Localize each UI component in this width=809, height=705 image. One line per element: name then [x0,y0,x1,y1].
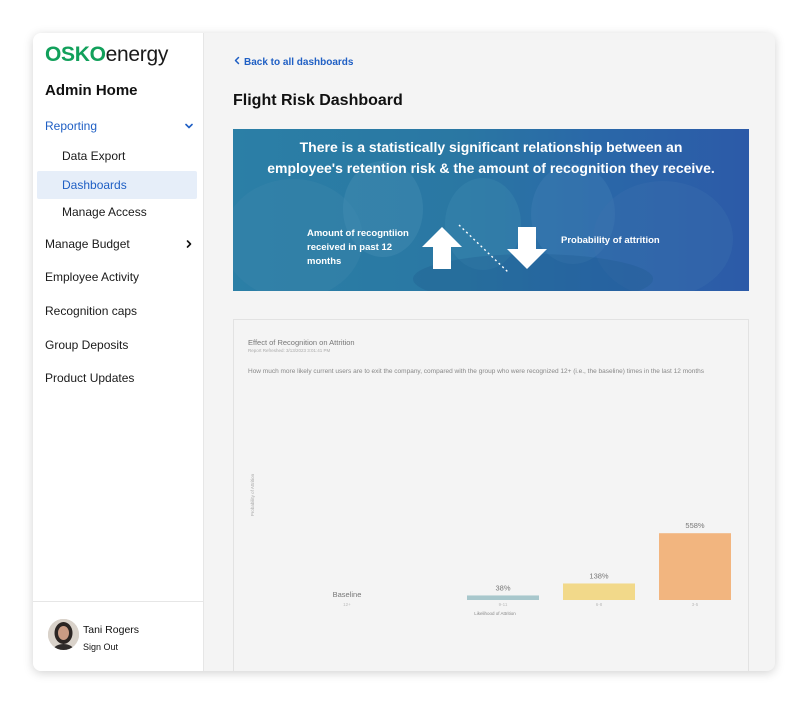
sidebar-subitem-data-export[interactable]: Data Export [37,142,197,170]
user-name: Tani Rogers [83,624,140,636]
sidebar-subitem-dashboards[interactable]: Dashboards [37,171,197,199]
sidebar-item-product-updates[interactable]: Product Updates [45,371,195,385]
banner-left-text: Amount of recogntiion received in past 1… [307,228,409,267]
sidebar-item-manage-budget[interactable]: Manage Budget [45,237,195,251]
app-window: OSKOenergy Admin Home Reporting Data Exp… [33,33,775,671]
arrow-down-icon [505,225,549,276]
back-link-label: Back to all dashboards [244,56,354,68]
x-tick-label: 3-5 [692,602,699,607]
divider-line [457,223,511,280]
sidebar-item-group-deposits[interactable]: Group Deposits [45,338,195,352]
sidebar-item-reporting[interactable]: Reporting [45,119,195,133]
sidebar-item-label: Group Deposits [45,338,129,352]
sidebar-item-label: Reporting [45,119,98,133]
bar-chart: Baseline12+38%9-11138%6-8558%3-51604%Non… [250,473,731,616]
sidebar-item-employee-activity[interactable]: Employee Activity [45,270,195,284]
chevron-left-icon [233,56,241,68]
page-title: Flight Risk Dashboard [233,92,403,109]
attrition-chart-card: Effect of Recognition on Attrition Repor… [233,319,749,671]
brand-logo-osko: OSKO [45,43,106,66]
x-axis-label: Likelihood of Attrition [474,611,516,616]
sign-out-link[interactable]: Sign Out [83,642,118,652]
sidebar-subitem-label: Data Export [62,149,126,163]
brand-logo-energy: energy [105,43,169,66]
brand-logo[interactable]: OSKOenergy [45,43,168,67]
sidebar-item-recognition-caps[interactable]: Recognition caps [45,304,195,318]
data-label: Baseline [333,590,362,599]
data-label: 558% [685,521,705,530]
back-to-dashboards-link[interactable]: Back to all dashboards [233,56,353,68]
avatar[interactable] [48,619,79,650]
data-label: 138% [589,571,609,580]
banner-headline: There is a statistically significant rel… [267,139,715,176]
chart-bar [659,533,731,600]
data-label: 38% [495,583,510,592]
banner-right-text: Probability of attrition [561,235,660,246]
chevron-right-icon [183,238,195,250]
sidebar: OSKOenergy Admin Home Reporting Data Exp… [33,33,204,671]
sidebar-item-label: Manage Budget [45,237,130,251]
x-tick-label: 12+ [343,602,351,607]
admin-home-heading: Admin Home [45,82,138,99]
insight-banner: There is a statistically significant rel… [233,129,749,291]
chart-bar [563,583,635,600]
sidebar-item-label: Product Updates [45,371,135,385]
x-tick-label: 9-11 [499,602,508,607]
sidebar-item-label: Employee Activity [45,270,140,284]
chevron-down-icon [183,120,195,132]
sidebar-subitem-manage-access[interactable]: Manage Access [37,198,197,226]
main-content: Back to all dashboards Flight Risk Dashb… [204,33,775,671]
x-tick-label: 6-8 [596,602,603,607]
chart-bar [467,595,539,600]
sidebar-subitem-label: Manage Access [62,205,147,219]
user-profile: Tani Rogers Sign Out [33,601,204,671]
y-axis-label: Probability of Attrition [250,473,255,516]
sidebar-item-label: Recognition caps [45,304,138,318]
sidebar-subitem-label: Dashboards [62,178,127,192]
